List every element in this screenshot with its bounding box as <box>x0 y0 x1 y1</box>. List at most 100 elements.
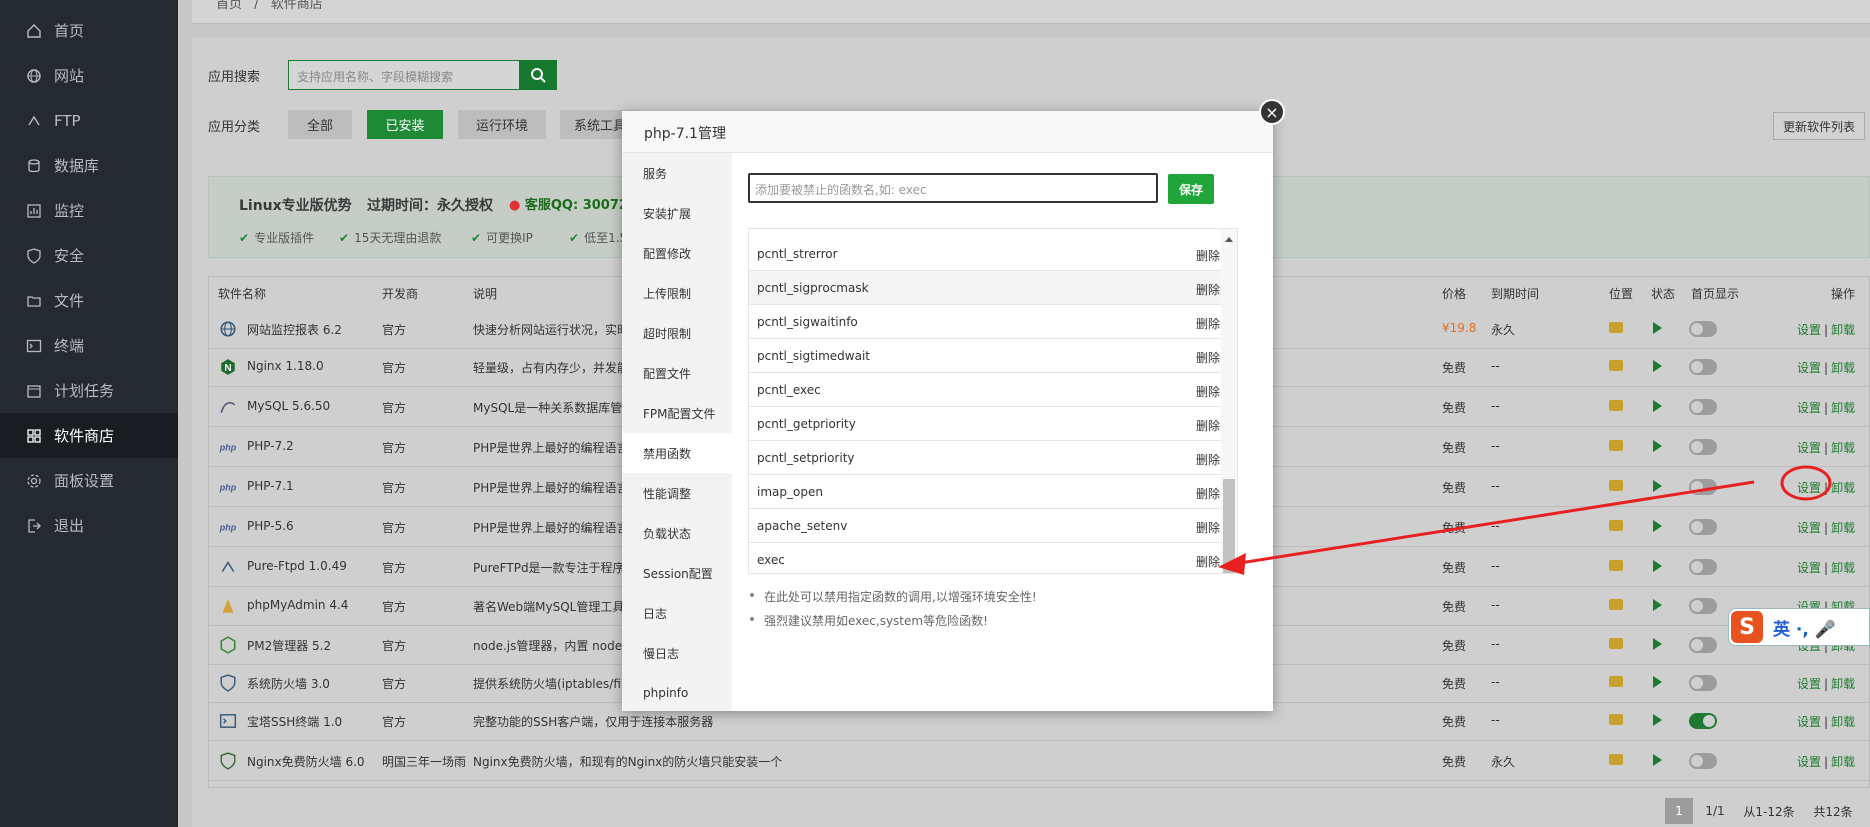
sidebar-item-7[interactable]: 终端 <box>0 323 178 368</box>
play-icon[interactable] <box>1653 520 1662 532</box>
play-icon[interactable] <box>1653 360 1662 372</box>
homepage-toggle[interactable] <box>1689 479 1717 495</box>
delete-button[interactable]: 删除 <box>1196 315 1220 332</box>
settings-link[interactable]: 设置 <box>1797 481 1821 495</box>
delete-button[interactable]: 删除 <box>1196 451 1220 468</box>
delete-button[interactable]: 删除 <box>1196 383 1220 400</box>
delete-button[interactable]: 删除 <box>1196 281 1220 298</box>
folder-icon[interactable] <box>1609 714 1623 725</box>
homepage-toggle[interactable] <box>1689 359 1717 375</box>
folder-icon[interactable] <box>1609 360 1623 371</box>
homepage-toggle[interactable] <box>1689 637 1717 653</box>
delete-button[interactable]: 删除 <box>1196 349 1220 366</box>
sidebar-item-11[interactable]: 退出 <box>0 503 178 548</box>
modal-close-button[interactable]: × <box>1259 99 1285 125</box>
modal-tab-3[interactable]: 上传限制 <box>622 273 732 313</box>
modal-tab-6[interactable]: FPM配置文件 <box>622 393 732 433</box>
play-icon[interactable] <box>1653 400 1662 412</box>
folder-icon[interactable] <box>1609 560 1623 571</box>
folder-icon[interactable] <box>1609 480 1623 491</box>
play-icon[interactable] <box>1653 440 1662 452</box>
uninstall-link[interactable]: 卸载 <box>1831 755 1855 769</box>
homepage-toggle[interactable] <box>1689 753 1717 769</box>
play-icon[interactable] <box>1653 754 1662 766</box>
settings-link[interactable]: 设置 <box>1797 441 1821 455</box>
settings-link[interactable]: 设置 <box>1797 715 1821 729</box>
folder-icon[interactable] <box>1609 520 1623 531</box>
folder-icon[interactable] <box>1609 440 1623 451</box>
sidebar-item-0[interactable]: 首页 <box>0 8 178 53</box>
uninstall-link[interactable]: 卸载 <box>1831 715 1855 729</box>
uninstall-link[interactable]: 卸载 <box>1831 323 1855 337</box>
search-input[interactable]: 支持应用名称、字段模糊搜索 <box>288 60 520 90</box>
uninstall-link[interactable]: 卸载 <box>1831 361 1855 375</box>
category-0[interactable]: 全部 <box>288 110 352 139</box>
sidebar-item-8[interactable]: 计划任务 <box>0 368 178 413</box>
banner-qq[interactable]: ● 客服QQ: 30072 <box>509 194 628 213</box>
settings-link[interactable]: 设置 <box>1797 323 1821 337</box>
search-button[interactable] <box>519 60 557 90</box>
homepage-toggle[interactable] <box>1689 598 1717 614</box>
play-icon[interactable] <box>1653 714 1662 726</box>
delete-button[interactable]: 删除 <box>1196 553 1220 570</box>
settings-link[interactable]: 设置 <box>1797 677 1821 691</box>
sidebar-item-4[interactable]: 监控 <box>0 188 178 233</box>
category-1[interactable]: 已安装 <box>367 110 443 139</box>
modal-tab-11[interactable]: 日志 <box>622 593 732 633</box>
uninstall-link[interactable]: 卸载 <box>1831 677 1855 691</box>
folder-icon[interactable] <box>1609 322 1623 333</box>
homepage-toggle[interactable] <box>1689 439 1717 455</box>
folder-icon[interactable] <box>1609 638 1623 649</box>
pager-current[interactable]: 1 <box>1665 798 1693 824</box>
homepage-toggle[interactable] <box>1689 559 1717 575</box>
play-icon[interactable] <box>1653 676 1662 688</box>
play-icon[interactable] <box>1653 599 1662 611</box>
play-icon[interactable] <box>1653 638 1662 650</box>
folder-icon[interactable] <box>1609 599 1623 610</box>
modal-tab-10[interactable]: Session配置 <box>622 553 732 593</box>
uninstall-link[interactable]: 卸载 <box>1831 521 1855 535</box>
delete-button[interactable]: 删除 <box>1196 519 1220 536</box>
breadcrumb-home[interactable]: 首页 <box>216 0 242 12</box>
homepage-toggle[interactable] <box>1689 713 1717 729</box>
modal-tab-13[interactable]: phpinfo <box>622 673 732 713</box>
sidebar-item-6[interactable]: 文件 <box>0 278 178 323</box>
modal-tab-7[interactable]: 禁用函数 <box>622 433 732 473</box>
uninstall-link[interactable]: 卸载 <box>1831 481 1855 495</box>
modal-tab-2[interactable]: 配置修改 <box>622 233 732 273</box>
save-button[interactable]: 保存 <box>1168 174 1214 204</box>
modal-tab-0[interactable]: 服务 <box>622 153 732 193</box>
uninstall-link[interactable]: 卸载 <box>1831 561 1855 575</box>
play-icon[interactable] <box>1653 560 1662 572</box>
folder-icon[interactable] <box>1609 400 1623 411</box>
sidebar-item-5[interactable]: 安全 <box>0 233 178 278</box>
homepage-toggle[interactable] <box>1689 321 1717 337</box>
modal-tab-5[interactable]: 配置文件 <box>622 353 732 393</box>
modal-tab-12[interactable]: 慢日志 <box>622 633 732 673</box>
settings-link[interactable]: 设置 <box>1797 561 1821 575</box>
modal-tab-9[interactable]: 负载状态 <box>622 513 732 553</box>
play-icon[interactable] <box>1653 480 1662 492</box>
play-icon[interactable] <box>1653 322 1662 334</box>
homepage-toggle[interactable] <box>1689 675 1717 691</box>
sidebar-item-3[interactable]: 数据库 <box>0 143 178 188</box>
uninstall-link[interactable]: 卸载 <box>1831 441 1855 455</box>
sidebar-item-1[interactable]: 网站 <box>0 53 178 98</box>
category-2[interactable]: 运行环境 <box>458 110 546 139</box>
modal-tab-4[interactable]: 超时限制 <box>622 313 732 353</box>
homepage-toggle[interactable] <box>1689 399 1717 415</box>
disabled-function-input[interactable]: 添加要被禁止的函数名,如: exec <box>748 173 1158 203</box>
modal-tab-8[interactable]: 性能调整 <box>622 473 732 513</box>
delete-button[interactable]: 删除 <box>1196 417 1220 434</box>
update-list-button[interactable]: 更新软件列表 <box>1773 112 1865 140</box>
settings-link[interactable]: 设置 <box>1797 521 1821 535</box>
uninstall-link[interactable]: 卸载 <box>1831 401 1855 415</box>
delete-button[interactable]: 删除 <box>1196 247 1220 264</box>
sidebar-item-10[interactable]: 面板设置 <box>0 458 178 503</box>
modal-tab-1[interactable]: 安装扩展 <box>622 193 732 233</box>
folder-icon[interactable] <box>1609 754 1623 765</box>
settings-link[interactable]: 设置 <box>1797 361 1821 375</box>
folder-icon[interactable] <box>1609 676 1623 687</box>
homepage-toggle[interactable] <box>1689 519 1717 535</box>
sidebar-item-9[interactable]: 软件商店 <box>0 413 178 458</box>
